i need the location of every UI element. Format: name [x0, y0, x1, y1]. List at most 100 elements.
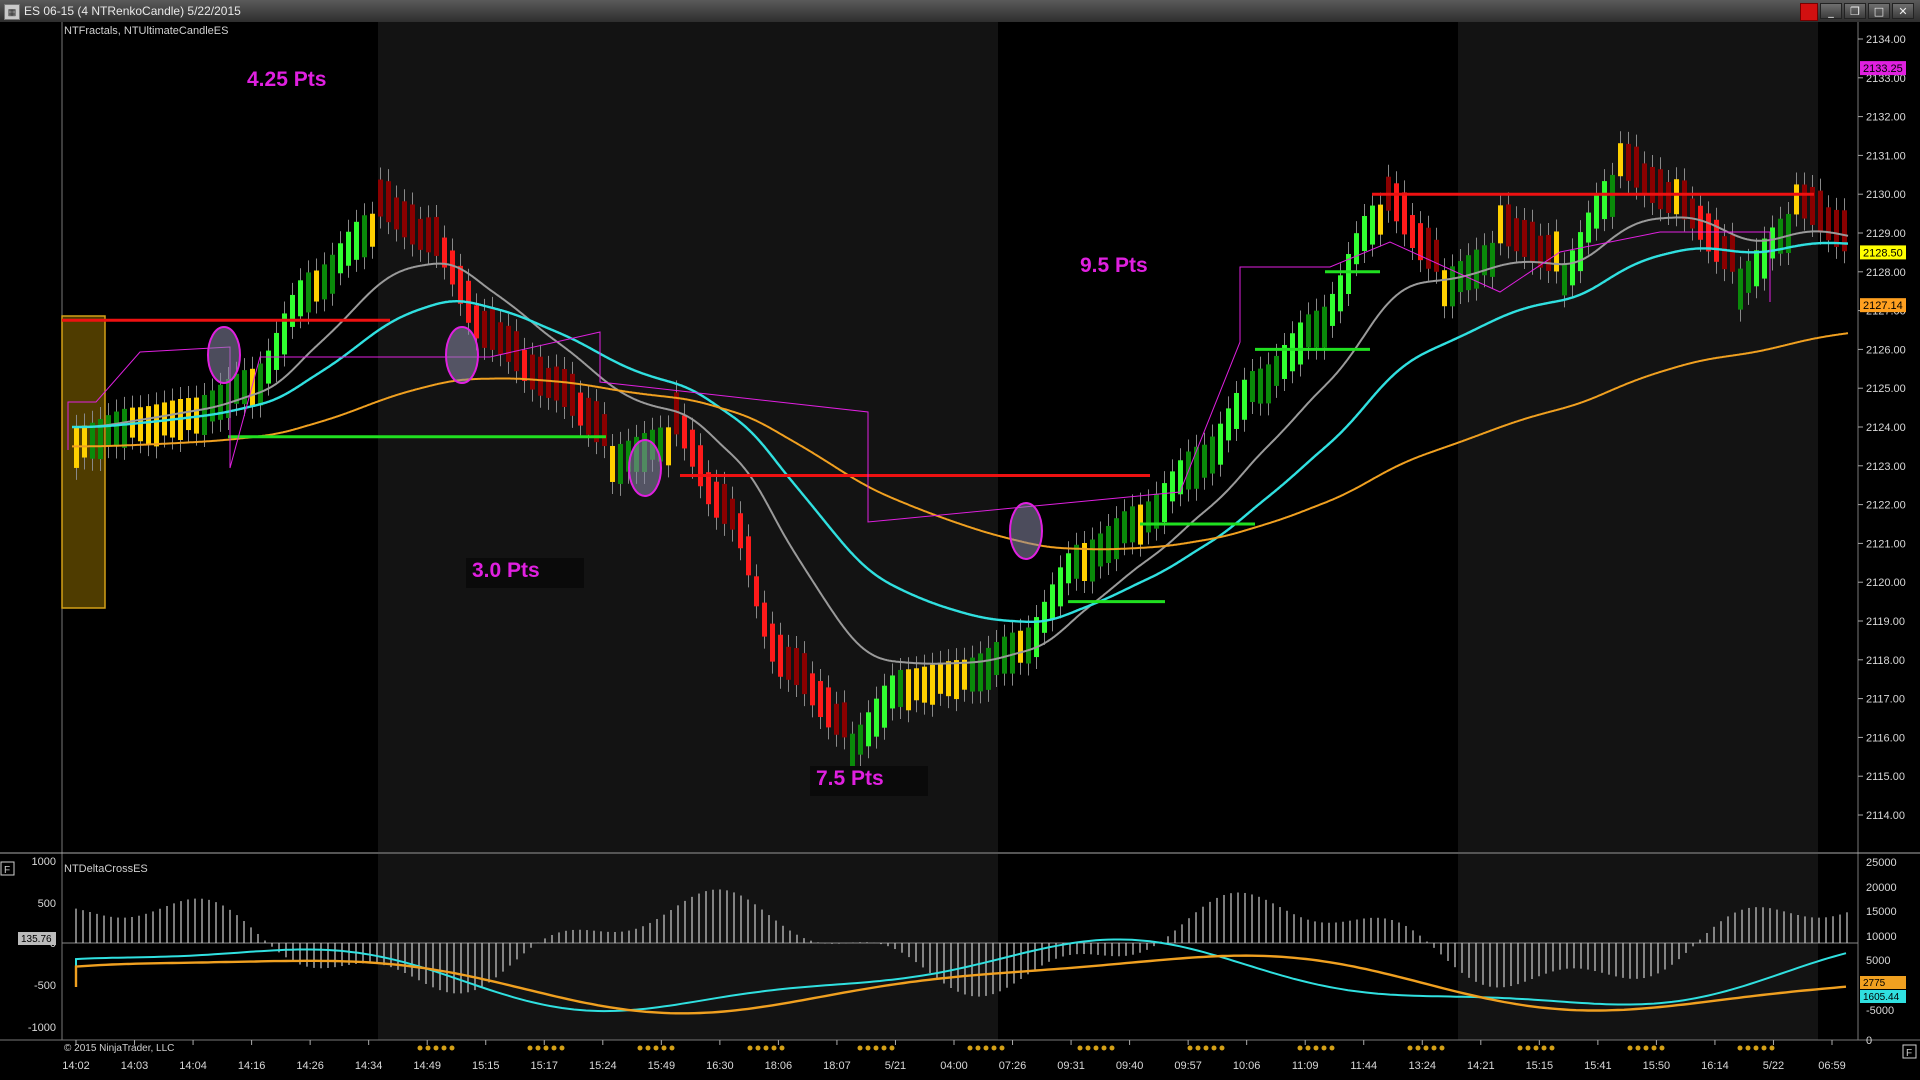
ninjatrader-chart-window: ▦ ES 06-15 (4 NTRenkoCandle) 5/22/2015 _… [0, 0, 1920, 1080]
renko-candle [458, 265, 463, 304]
session-marker-dot [1195, 1045, 1201, 1051]
restore-button[interactable]: ❐ [1844, 3, 1866, 19]
session-marker-dot [763, 1045, 769, 1051]
session-marker-dot [1651, 1045, 1657, 1051]
price-tick-label: 2115.00 [1866, 771, 1905, 783]
close-button[interactable]: ✕ [1892, 3, 1914, 19]
minimize-button[interactable]: _ [1820, 3, 1842, 19]
renko-candle [1210, 436, 1215, 474]
session-marker-dot [1415, 1045, 1421, 1051]
renko-candle [114, 411, 119, 447]
time-tick-label: 07:26 [999, 1060, 1027, 1072]
renko-candle [1826, 207, 1831, 241]
renko-candle [1090, 539, 1095, 582]
renko-candle [106, 415, 111, 447]
session-marker-dot [1439, 1045, 1445, 1051]
renko-candle [1698, 205, 1703, 240]
renko-candle [1402, 192, 1407, 235]
renko-candle [1034, 617, 1039, 658]
delta-tick-label: 1000 [32, 856, 56, 868]
renko-candle [826, 687, 831, 728]
renko-candle [146, 406, 151, 445]
time-tick-label: 5/21 [885, 1060, 906, 1072]
session-shade [1458, 22, 1818, 852]
session-marker-dot [441, 1045, 447, 1051]
session-marker-dot [449, 1045, 455, 1051]
renko-candle [714, 481, 719, 518]
renko-candle [1266, 364, 1271, 404]
session-marker-dot [771, 1045, 777, 1051]
time-tick-label: 15:15 [1526, 1060, 1554, 1072]
renko-candle [1770, 227, 1775, 259]
maximize-button[interactable]: □ [1868, 3, 1890, 19]
renko-candle [554, 366, 559, 401]
record-icon[interactable] [1800, 3, 1818, 21]
renko-candle [1250, 371, 1255, 403]
renko-candle [298, 280, 303, 317]
renko-candle [682, 415, 687, 449]
title-bar[interactable]: ▦ ES 06-15 (4 NTRenkoCandle) 5/22/2015 _… [0, 0, 1920, 23]
renko-candle [1842, 210, 1847, 252]
session-marker-dot [425, 1045, 431, 1051]
session-marker-dot [779, 1045, 785, 1051]
renko-candle [690, 429, 695, 467]
renko-candle [1434, 239, 1439, 272]
renko-candle [1290, 333, 1295, 372]
session-marker-dot [1737, 1045, 1743, 1051]
renko-candle [746, 536, 751, 576]
session-marker-dot [551, 1045, 557, 1051]
renko-candle [1562, 264, 1567, 296]
session-marker-dot [1761, 1045, 1767, 1051]
renko-candle [1754, 250, 1759, 287]
renko-candle [1626, 143, 1631, 181]
app-icon: ▦ [4, 4, 20, 20]
annotation-7-5-pts: 7.5 Pts [816, 767, 884, 790]
renko-candle [1354, 233, 1359, 265]
session-marker-dot [755, 1045, 761, 1051]
time-tick-label: 09:57 [1174, 1060, 1202, 1072]
renko-candle [1338, 275, 1343, 312]
time-tick-label: 16:14 [1701, 1060, 1729, 1072]
delta-tick-label: -500 [34, 980, 56, 992]
session-marker-dot [669, 1045, 675, 1051]
window-title: ES 06-15 (4 NTRenkoCandle) 5/22/2015 [24, 4, 241, 18]
renko-candle [402, 201, 407, 238]
annotation-3-0-pts: 3.0 Pts [472, 559, 540, 582]
renko-candle [1466, 255, 1471, 291]
renko-candle [1674, 179, 1679, 215]
renko-candle [914, 668, 919, 701]
renko-candle [154, 404, 159, 447]
renko-candle [162, 402, 167, 436]
time-tick-label: 14:49 [413, 1060, 441, 1072]
session-marker-dot [1297, 1045, 1303, 1051]
renko-candle [266, 350, 271, 384]
time-tick-label: 04:00 [940, 1060, 968, 1072]
session-marker-dot [653, 1045, 659, 1051]
renko-candle [538, 356, 543, 396]
renko-candle [858, 724, 863, 755]
chart-area[interactable]: 2134.002133.002132.002131.002130.002129.… [0, 22, 1920, 1080]
price-axis[interactable]: 2134.002133.002132.002131.002130.002129.… [1858, 34, 1906, 822]
renko-candle [1610, 174, 1615, 217]
renko-candle [1162, 483, 1167, 523]
renko-candle [1570, 250, 1575, 286]
price-tick-label: 2129.00 [1866, 228, 1906, 240]
renko-candle [778, 634, 783, 677]
renko-candle [1410, 215, 1415, 249]
renko-candle [1730, 234, 1735, 272]
renko-candle [906, 669, 911, 711]
price-tick-label: 2123.00 [1866, 461, 1906, 473]
price-badge-label: 2127.14 [1863, 300, 1903, 312]
renko-candle [1018, 630, 1023, 663]
renko-candle [250, 368, 255, 407]
annotation-4-25-pts: 4.25 Pts [247, 68, 326, 91]
renko-candle [370, 213, 375, 247]
renko-candle [842, 702, 847, 738]
renko-candle [122, 408, 127, 448]
session-marker-dot [881, 1045, 887, 1051]
price-tick-label: 2134.00 [1866, 34, 1906, 46]
renko-candle [1258, 368, 1263, 404]
renko-candle [1058, 567, 1063, 607]
renko-candle [1834, 209, 1839, 247]
renko-candle [1042, 601, 1047, 633]
